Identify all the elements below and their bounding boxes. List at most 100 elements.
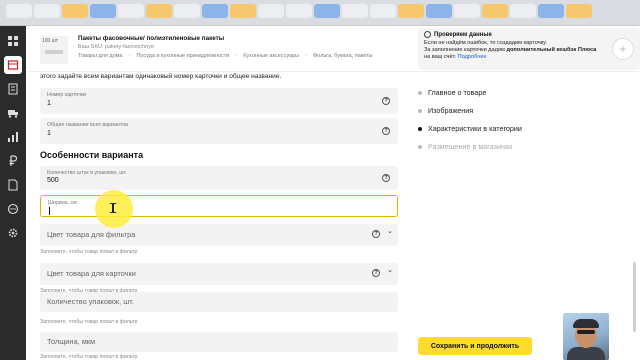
field-value[interactable]: 1: [47, 130, 51, 137]
browser-tab[interactable]: [286, 4, 312, 18]
product-thumbnail: 100 шт: [40, 36, 68, 64]
verification-notice: Проверяем данные Если не найдём ошибок, …: [418, 28, 640, 70]
nav-item-images[interactable]: Изображения: [418, 106, 522, 124]
browser-tab[interactable]: [538, 4, 564, 18]
nav-item-label: Главное о товаре: [428, 88, 487, 97]
browser-tab[interactable]: [146, 4, 172, 18]
scrollbar-thumb[interactable]: [633, 262, 636, 332]
browser-tab[interactable]: [174, 4, 200, 18]
text-cursor-icon: [110, 203, 116, 213]
card-color-select[interactable]: Цвет товара для карточки ? ⌄: [40, 263, 398, 285]
field-label: Общее название всех вариантов: [47, 122, 129, 128]
breadcrumb-item[interactable]: Товары для дома: [78, 53, 122, 59]
plus-badge-icon: +: [612, 38, 634, 60]
chevron-down-icon[interactable]: ⌄: [387, 227, 393, 235]
nav-dot: [418, 127, 422, 131]
breadcrumb-item[interactable]: Кухонные аксессуары: [243, 53, 299, 59]
document-icon[interactable]: [4, 176, 22, 194]
section-navigation: Главное о товаре Изображения Характерист…: [418, 88, 522, 160]
browser-tab[interactable]: [258, 4, 284, 18]
nav-item-main-info[interactable]: Главное о товаре: [418, 88, 522, 106]
nav-item-category-specs[interactable]: Характеристики в категории: [418, 124, 522, 142]
browser-tab[interactable]: [62, 4, 88, 18]
browser-tab[interactable]: [6, 4, 32, 18]
field-value[interactable]: 1: [47, 100, 51, 107]
notice-cashback-bold: дополнительный кешбэк Плюса: [506, 47, 597, 53]
product-title: Пакеты фасовочные/ полиэтиленовые пакеты: [78, 35, 225, 42]
help-icon[interactable]: ?: [372, 230, 380, 238]
field-label: Номер карточки: [47, 92, 87, 98]
browser-tab[interactable]: [230, 4, 256, 18]
select-placeholder: Цвет товара для карточки: [47, 269, 136, 278]
breadcrumb-separator: ›: [128, 53, 131, 59]
ruble-icon[interactable]: [4, 152, 22, 170]
browser-tab[interactable]: [454, 4, 480, 18]
field-hint: Заполните, чтобы товар попал в фильтр: [40, 354, 138, 360]
browser-tab[interactable]: [202, 4, 228, 18]
notice-line: Если не найдём ошибок, то создадим карто…: [424, 40, 547, 46]
save-and-continue-button[interactable]: Сохранить и продолжить: [418, 337, 532, 355]
breadcrumb-separator: ›: [305, 53, 307, 59]
category-breadcrumb: Товары для дома › Посуда и кухонные прин…: [78, 53, 373, 59]
help-icon[interactable]: ?: [372, 269, 380, 277]
notice-line-prefix: За заполнение карточки дадим: [424, 47, 507, 53]
chat-icon[interactable]: [4, 200, 22, 218]
browser-tab[interactable]: [426, 4, 452, 18]
breadcrumb-item[interactable]: Посуда и кухонные принадлежности: [136, 53, 229, 59]
browser-tab[interactable]: [90, 4, 116, 18]
list-icon[interactable]: [4, 80, 22, 98]
grid-icon[interactable]: [4, 32, 22, 50]
pack-count-field[interactable]: Количество штук в упаковке, шт. 500 ?: [40, 166, 398, 190]
browser-tab[interactable]: [314, 4, 340, 18]
browser-tab[interactable]: [398, 4, 424, 18]
browser-tab[interactable]: [118, 4, 144, 18]
notice-line-prefix: на ваш счёт.: [424, 54, 458, 60]
field-label: Ширина, см: [48, 200, 77, 206]
browser-tab[interactable]: [566, 4, 592, 18]
product-thumbnail-image: [45, 50, 63, 54]
nav-dot: [418, 91, 422, 95]
nav-item-label: Характеристики в категории: [428, 124, 522, 133]
product-thumbnail-caption: 100 шт: [42, 38, 59, 44]
truck-icon[interactable]: [4, 104, 22, 122]
field-value[interactable]: 500: [47, 177, 59, 184]
pack-qty-field[interactable]: Количество упаковок, шт.: [40, 292, 398, 312]
browser-tab[interactable]: [370, 4, 396, 18]
common-name-field[interactable]: Общее название всех вариантов 1 ?: [40, 118, 398, 144]
nav-dot: [418, 145, 422, 149]
select-placeholder: Цвет товара для фильтра: [47, 230, 136, 239]
text-caret: [49, 207, 50, 215]
help-icon[interactable]: ?: [382, 127, 390, 135]
browser-tab[interactable]: [342, 4, 368, 18]
chevron-down-icon[interactable]: ⌄: [387, 266, 393, 274]
webcam-person-body: [567, 347, 605, 360]
browser-tab[interactable]: [510, 4, 536, 18]
field-hint: Заполните, чтобы товар попал в фильтр: [40, 319, 138, 325]
check-circle-icon: [424, 31, 431, 38]
help-icon[interactable]: ?: [382, 174, 390, 182]
product-sku: Ваш SKU: pakety-fasovochnye: [78, 44, 154, 50]
more-link[interactable]: Подробнее: [458, 54, 487, 60]
webcam-overlay: [563, 313, 609, 360]
breadcrumb-item[interactable]: Фольга, бумага, пакеты: [313, 53, 373, 59]
browser-tab[interactable]: [482, 4, 508, 18]
filter-color-select[interactable]: Цвет товара для фильтра ? ⌄: [40, 224, 398, 246]
help-icon[interactable]: ?: [382, 97, 390, 105]
cursor-highlight: [95, 190, 133, 228]
notice-title: Проверяем данные: [434, 31, 492, 38]
width-field[interactable]: Ширина, см: [40, 195, 398, 217]
field-hint: Заполните, чтобы товар попал в фильтр: [40, 249, 138, 255]
section-title: Особенности варианта: [40, 150, 144, 160]
gear-icon[interactable]: [4, 224, 22, 242]
page-scrollbar[interactable]: [633, 72, 637, 360]
chart-icon[interactable]: [4, 128, 22, 146]
product-header: 100 шт Пакеты фасовочные/ полиэтиленовые…: [26, 26, 640, 72]
card-number-field[interactable]: Номер карточки 1 ?: [40, 88, 398, 114]
notice-account-line: на ваш счёт. Подробнее: [424, 54, 634, 61]
browser-tab[interactable]: [34, 4, 60, 18]
nav-item-store-placement[interactable]: Размещение в магазинах: [418, 142, 522, 160]
field-placeholder: Толщина, мкм: [47, 337, 96, 346]
box-icon[interactable]: [4, 56, 22, 74]
thickness-field[interactable]: Толщина, мкм: [40, 332, 398, 352]
browser-tab-strip: [0, 0, 640, 26]
